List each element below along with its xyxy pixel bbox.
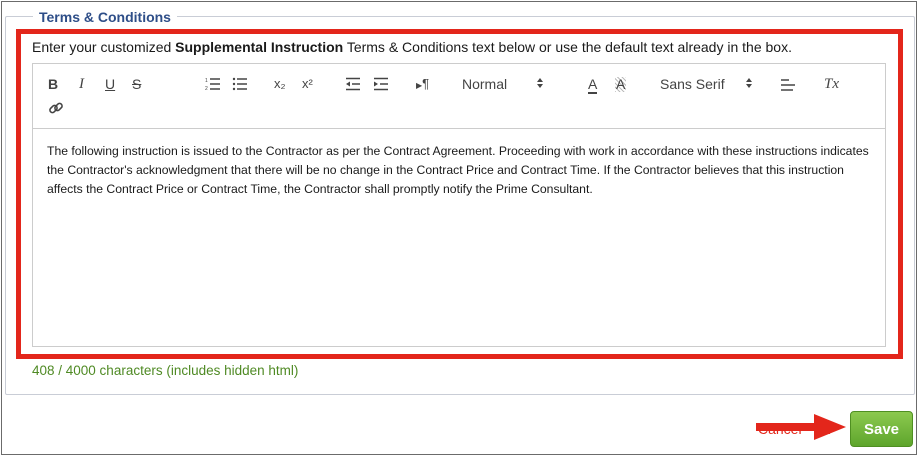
size-select-arrows[interactable] [536, 77, 544, 89]
superscript-button[interactable]: x² [302, 75, 313, 93]
text-color-icon: A [588, 76, 598, 94]
strike-icon: S [132, 76, 142, 92]
character-counter: 408 / 4000 characters (includes hidden h… [32, 363, 299, 378]
subscript-icon: x₂ [274, 76, 286, 91]
arrow-annotation [756, 414, 846, 440]
italic-button[interactable]: I [79, 75, 84, 93]
bullet-list-button[interactable] [232, 77, 248, 91]
indent-icon [374, 77, 388, 91]
bold-icon: B [48, 76, 59, 92]
link-button[interactable] [48, 100, 64, 116]
subscript-button[interactable]: x₂ [274, 75, 286, 93]
editor-content[interactable]: The following instruction is issued to t… [47, 142, 873, 199]
indent-button[interactable] [373, 77, 389, 91]
save-button[interactable]: Save [850, 411, 913, 447]
text-color-letter: A [588, 76, 598, 92]
font-select[interactable]: Sans Serif [660, 75, 750, 93]
ordered-list-button[interactable]: 1 2 [205, 77, 221, 91]
up-down-arrows-icon [537, 78, 543, 88]
clean-format-button[interactable]: Tx [824, 75, 839, 93]
direction-label: ¶ [422, 76, 430, 91]
underline-icon: U [105, 76, 116, 92]
svg-text:1: 1 [205, 78, 208, 84]
rich-text-editor: B I U S 1 2 x₂ x² ▶¶ Normal A A Sans Ser… [32, 63, 886, 347]
instruction-suffix: Terms & Conditions text below or use the… [343, 39, 792, 55]
bold-button[interactable]: B [48, 75, 58, 93]
font-select-value: Sans Serif [660, 76, 725, 92]
background-color-icon: A [615, 76, 627, 92]
editor-toolbar: B I U S 1 2 x₂ x² ▶¶ Normal A A Sans Ser… [33, 64, 885, 129]
align-icon [781, 79, 795, 91]
ordered-list-icon: 1 2 [205, 78, 220, 91]
align-button[interactable] [780, 78, 796, 92]
underline-button[interactable]: U [105, 75, 115, 93]
text-color-button[interactable]: A [588, 75, 598, 94]
svg-text:2: 2 [205, 86, 208, 91]
instruction-text: Enter your customized Supplemental Instr… [32, 38, 792, 56]
strike-button[interactable]: S [132, 75, 141, 93]
clean-format-icon: Tx [824, 76, 839, 92]
outdent-button[interactable] [345, 77, 361, 91]
font-select-arrows[interactable] [745, 77, 753, 89]
link-icon [49, 102, 63, 114]
fieldset-legend: Terms & Conditions [33, 8, 177, 26]
up-down-arrows-icon [746, 78, 752, 88]
size-select-value: Normal [462, 76, 508, 92]
superscript-icon: x² [302, 76, 313, 91]
direction-button[interactable]: ▶¶ [416, 75, 429, 95]
background-color-letter: A [616, 76, 626, 92]
outdent-icon [346, 77, 360, 91]
bullet-list-icon [232, 77, 247, 91]
instruction-prefix: Enter your customized [32, 39, 176, 55]
background-color-button[interactable]: A [615, 75, 627, 93]
instruction-bold: Supplemental Instruction [175, 39, 344, 55]
italic-icon: I [79, 76, 84, 92]
